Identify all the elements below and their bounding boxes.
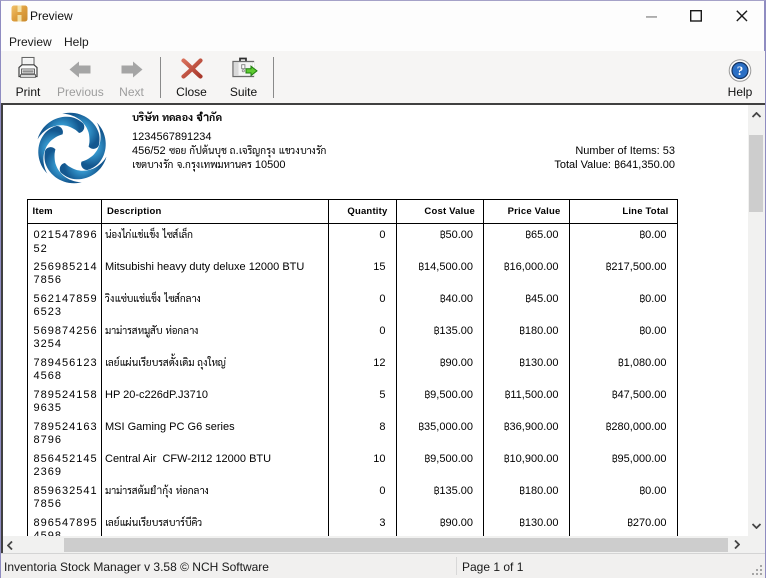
svg-text:?: ? <box>737 63 744 78</box>
